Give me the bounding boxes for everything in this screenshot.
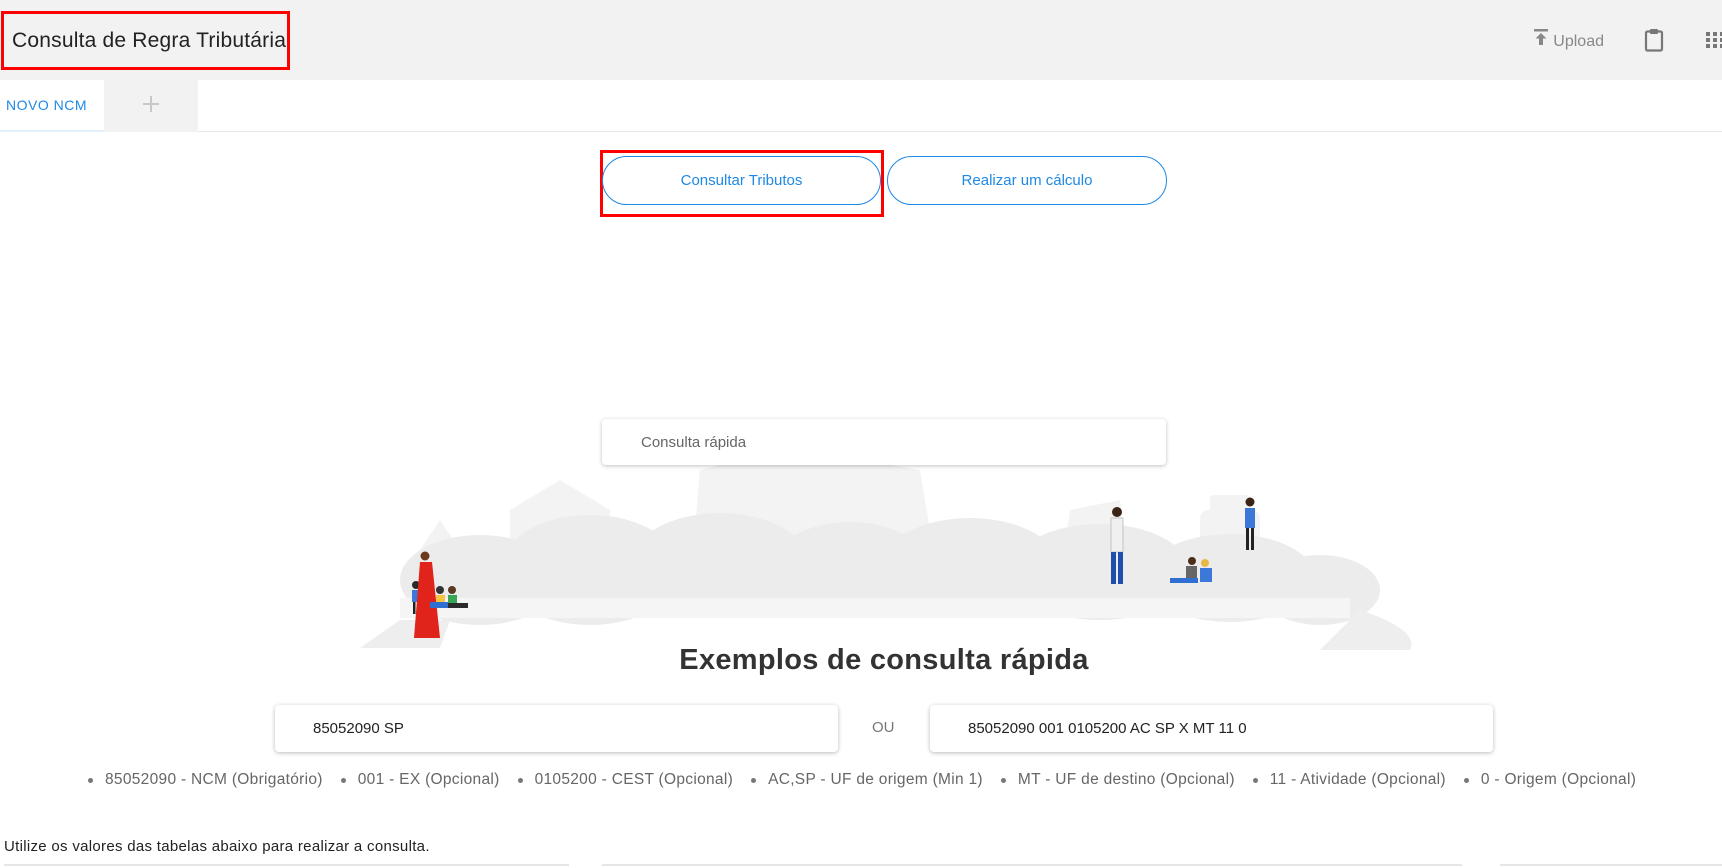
legend-item: 0 - Origem (Opcional) [1463,771,1636,789]
instructions-text: Utilize os valores das tabelas abaixo pa… [4,838,430,855]
legend-item: 11 - Atividade (Opcional) [1252,771,1446,789]
examples-legend: 85052090 - NCM (Obrigatório) 001 - EX (O… [88,771,1654,789]
upload-button[interactable]: Upload [1533,29,1604,51]
legend-item: 0105200 - CEST (Opcional) [517,771,733,789]
table-header-edge [4,864,569,866]
clipboard-icon [1644,28,1664,57]
apps-button[interactable] [1704,30,1722,55]
legend-item: 001 - EX (Opcional) [340,771,500,789]
page-title: Consulta de Regra Tributária [12,28,287,52]
upload-icon [1533,29,1549,51]
clipboard-button[interactable] [1644,28,1664,57]
or-separator: OU [872,719,895,736]
legend-item: MT - UF de destino (Opcional) [1000,771,1235,789]
table-header-edge [602,864,1462,866]
legend-item: AC,SP - UF de origem (Min 1) [751,771,983,789]
table-header-edge [1500,864,1722,866]
header-actions: Upload [1533,24,1722,60]
add-tab-button[interactable] [104,80,198,132]
examples-title: Exemplos de consulta rápida [679,644,1089,676]
example-simple[interactable]: 85052090 SP [275,705,838,752]
tab-bar: NOVO NCM [0,80,1722,132]
title-highlight: Consulta de Regra Tributária [1,11,290,70]
tab-novo-ncm[interactable]: NOVO NCM [0,80,104,132]
apps-grid-icon [1704,30,1722,55]
legend-item: 85052090 - NCM (Obrigatório) [88,771,323,789]
upload-label: Upload [1553,33,1604,50]
plus-icon [141,94,161,119]
consult-taxes-button[interactable]: Consultar Tributos [602,156,881,205]
example-full[interactable]: 85052090 001 0105200 AC SP X MT 11 0 [930,705,1493,752]
quick-search-input[interactable]: Consulta rápida [602,419,1166,465]
calculate-button[interactable]: Realizar um cálculo [887,156,1167,205]
app-header: Consulta de Regra Tributária Upload [0,0,1722,80]
